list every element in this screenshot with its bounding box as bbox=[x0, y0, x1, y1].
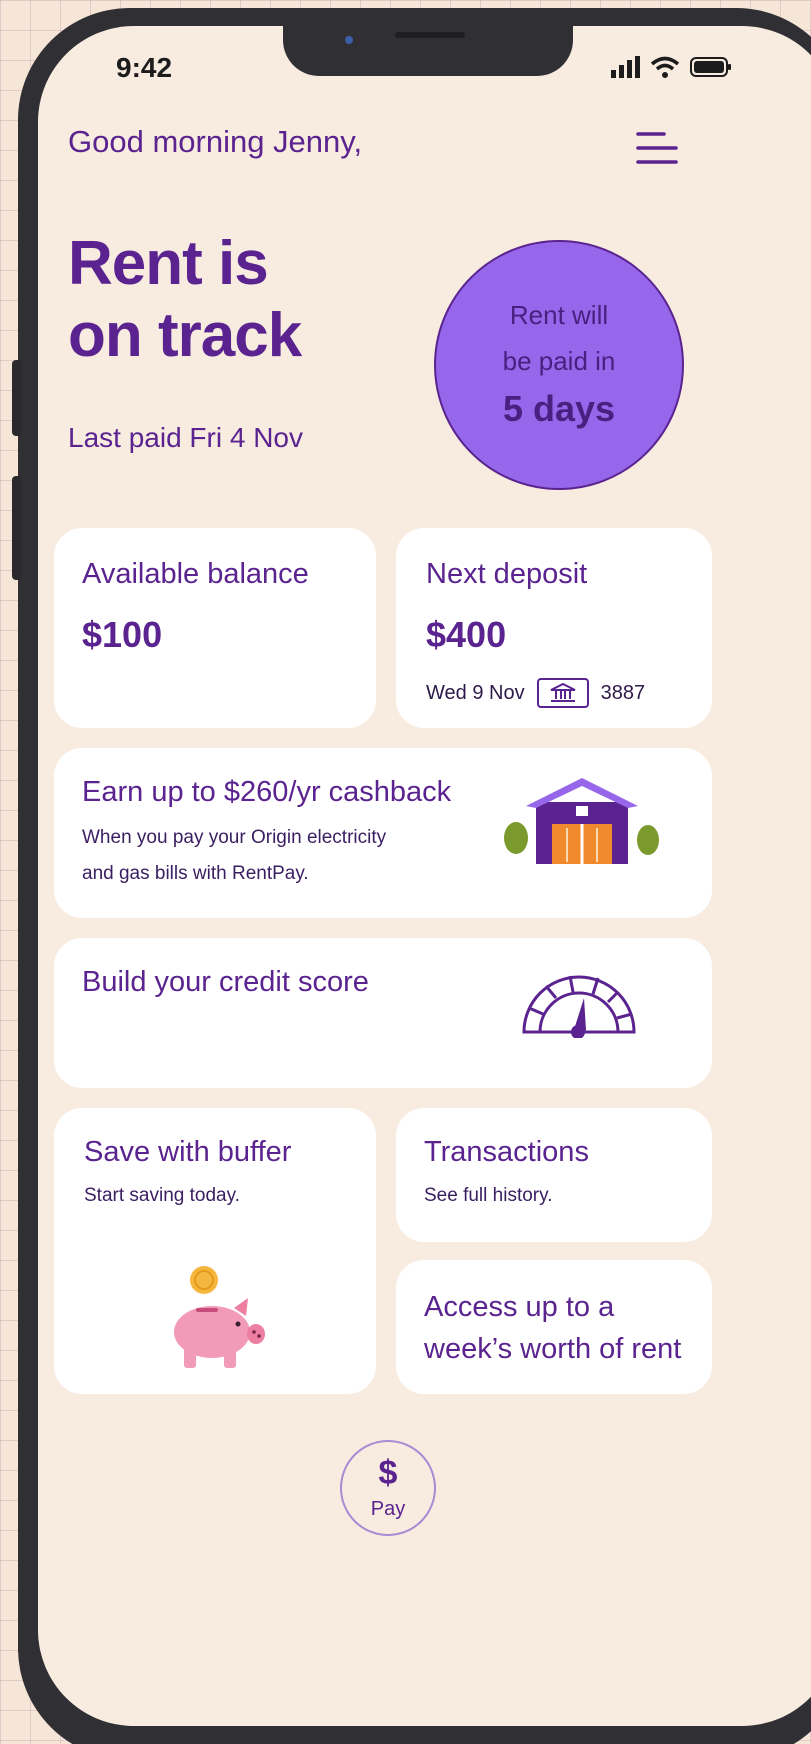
wifi-icon bbox=[650, 56, 680, 78]
access-rent-card[interactable]: Access up to a week’s worth of rent bbox=[396, 1260, 712, 1394]
last-paid-date: Last paid Fri 4 Nov bbox=[68, 422, 303, 453]
credit-score-card[interactable]: Build your credit score bbox=[54, 938, 712, 1088]
signal-icon bbox=[611, 56, 640, 78]
rent-status-headline: Rent is on track bbox=[68, 228, 302, 372]
cashback-description: When you pay your Origin electricity and… bbox=[82, 820, 386, 892]
transactions-title: Transactions bbox=[424, 1136, 589, 1168]
transactions-subtitle: See full history. bbox=[424, 1185, 553, 1206]
countdown-line1: Rent will bbox=[509, 300, 609, 330]
balance-title: Available balance bbox=[82, 558, 309, 590]
pay-label: Pay bbox=[370, 1498, 406, 1520]
deposit-title: Next deposit bbox=[426, 558, 588, 590]
cashback-title: Earn up to $260/yr cashback bbox=[82, 776, 452, 808]
available-balance-card[interactable]: Available balance $100 bbox=[54, 528, 376, 728]
countdown-days: 5 days bbox=[502, 388, 616, 429]
house-icon bbox=[504, 778, 659, 864]
piggy-bank-icon bbox=[174, 1266, 265, 1368]
rent-countdown-circle: Rent will be paid in 5 days bbox=[434, 240, 684, 490]
deposit-date: Wed 9 Nov bbox=[426, 681, 525, 704]
access-line1: Access up to a bbox=[424, 1291, 615, 1323]
headline-line2: on track bbox=[68, 301, 302, 370]
dollar-icon: $ bbox=[378, 1454, 398, 1492]
pay-button[interactable]: $ Pay bbox=[340, 1440, 436, 1536]
speaker bbox=[395, 32, 465, 38]
cashback-line1: When you pay your Origin electricity bbox=[82, 827, 387, 848]
volume-button bbox=[12, 476, 22, 580]
gauge-icon bbox=[522, 975, 636, 1038]
balance-amount: $100 bbox=[82, 614, 163, 655]
battery-icon bbox=[690, 57, 731, 77]
deposit-account: 3887 bbox=[600, 681, 646, 704]
bank-icon bbox=[536, 678, 589, 708]
credit-title: Build your credit score bbox=[82, 966, 369, 998]
notch bbox=[283, 26, 573, 76]
app-screen: 9:42 Good morning Jenny, Rent is on trac… bbox=[38, 26, 811, 1726]
buffer-title: Save with buffer bbox=[84, 1136, 292, 1168]
camera bbox=[345, 36, 353, 44]
access-rent-text: Access up to a week’s worth of rent bbox=[424, 1286, 681, 1370]
status-time: 9:42 bbox=[116, 52, 173, 83]
headline-line1: Rent is bbox=[68, 229, 269, 298]
deposit-meta: Wed 9 Nov 3887 bbox=[426, 678, 645, 708]
transactions-card[interactable]: Transactions See full history. bbox=[396, 1108, 712, 1242]
access-line2: week’s worth of rent bbox=[424, 1333, 682, 1365]
status-icons bbox=[610, 56, 732, 78]
buffer-subtitle: Start saving today. bbox=[84, 1185, 240, 1206]
cashback-card[interactable]: Earn up to $260/yr cashback When you pay… bbox=[54, 748, 712, 918]
cashback-line2: and gas bills with RentPay. bbox=[82, 863, 309, 884]
countdown-line2: be paid in bbox=[502, 346, 616, 376]
greeting: Good morning Jenny, bbox=[68, 124, 363, 159]
menu-icon[interactable] bbox=[634, 128, 680, 168]
next-deposit-card[interactable]: Next deposit $400 Wed 9 Nov 3887 bbox=[396, 528, 712, 728]
deposit-amount: $400 bbox=[426, 614, 507, 655]
save-with-buffer-card[interactable]: Save with buffer Start saving today. bbox=[54, 1108, 376, 1394]
side-button bbox=[12, 360, 22, 436]
